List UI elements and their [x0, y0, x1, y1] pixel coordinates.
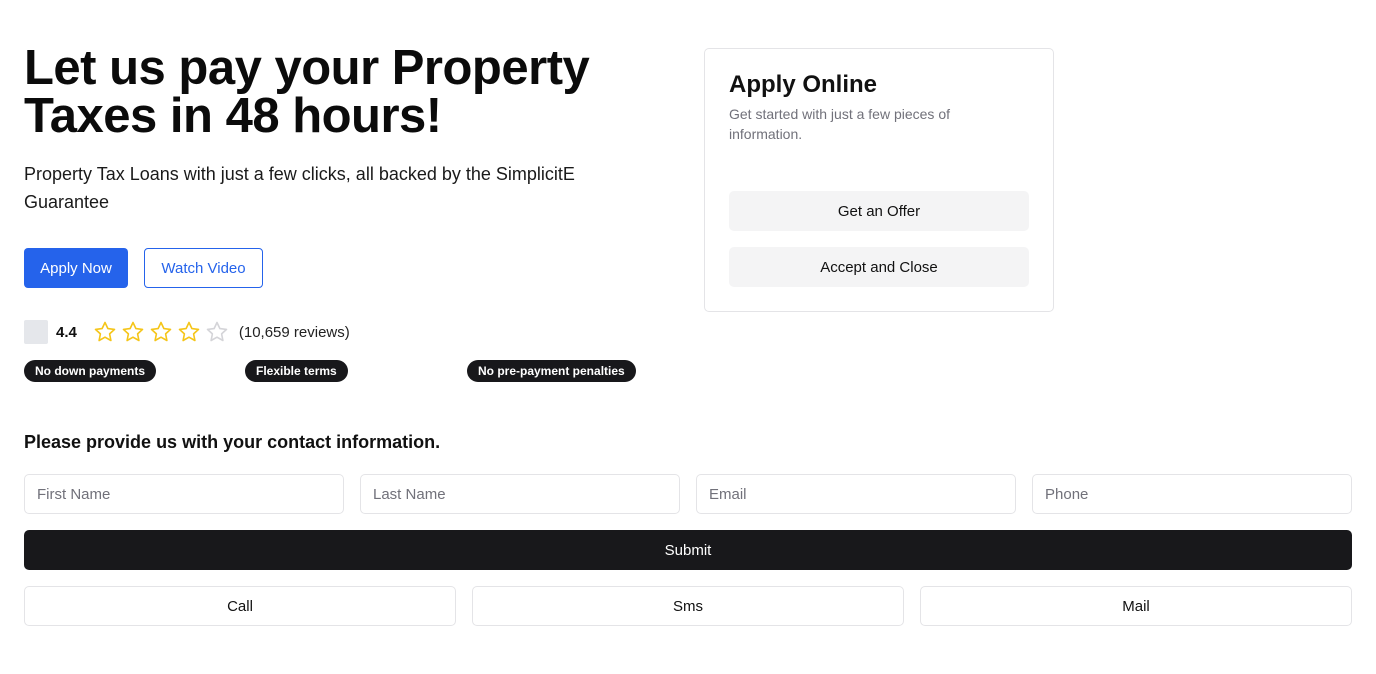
star-filled-icon [91, 320, 119, 344]
first-name-input[interactable] [24, 474, 344, 514]
last-name-input[interactable] [360, 474, 680, 514]
submit-button[interactable]: Submit [24, 530, 1352, 570]
get-offer-button[interactable]: Get an Offer [729, 191, 1029, 231]
card-title: Apply Online [729, 71, 878, 98]
badge-no-prepayment-penalties: No pre-payment penalties [467, 360, 636, 382]
review-count: (10,659 reviews) [238, 323, 350, 341]
email-input[interactable] [696, 474, 1016, 514]
call-button[interactable]: Call [24, 586, 456, 626]
review-site-logo [24, 320, 48, 344]
accept-and-close-button[interactable]: Accept and Close [729, 247, 1029, 287]
star-filled-icon [175, 320, 203, 344]
contact-heading: Please provide us with your contact info… [24, 432, 441, 452]
star-filled-icon [147, 320, 175, 344]
rating-row: 4.4 (10,659 reviews) [24, 320, 350, 344]
apply-now-button[interactable]: Apply Now [24, 248, 128, 288]
card-subtitle: Get started with just a few pieces of in… [729, 106, 950, 142]
apply-online-card: Apply Online Get started with just a few… [704, 48, 1054, 312]
phone-input[interactable] [1032, 474, 1352, 514]
sms-button[interactable]: Sms [472, 586, 904, 626]
badge-flexible-terms: Flexible terms [245, 360, 348, 382]
badge-no-down-payments: No down payments [24, 360, 157, 382]
watch-video-button[interactable]: Watch Video [144, 248, 263, 288]
mail-button[interactable]: Mail [920, 586, 1352, 626]
hero-subtitle: Property Tax Loans with just a few click… [24, 164, 575, 212]
star-filled-icon [119, 320, 147, 344]
star-empty-icon [203, 320, 231, 344]
hero-title: Let us pay your Property Taxes in 48 hou… [24, 41, 590, 143]
star-rating [91, 320, 231, 344]
rating-value: 4.4 [56, 323, 77, 341]
